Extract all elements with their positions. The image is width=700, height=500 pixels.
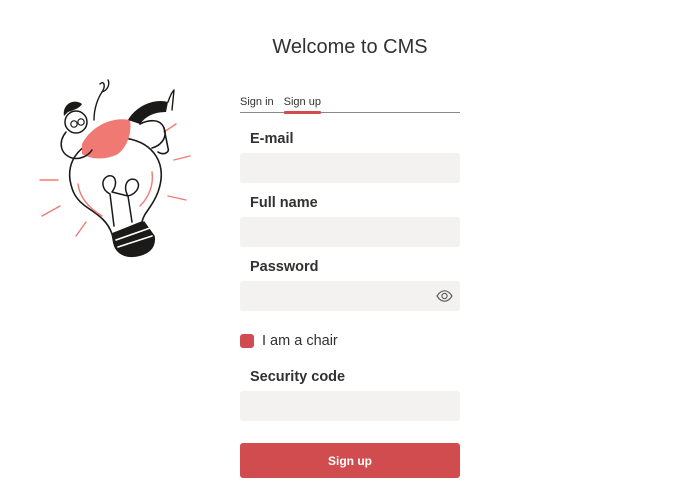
tab-sign-up[interactable]: Sign up (283, 86, 322, 114)
email-label: E-mail (250, 131, 294, 147)
lightbulb-illustration (36, 76, 196, 260)
email-input-wrap (240, 153, 460, 183)
full-name-field[interactable] (240, 217, 460, 247)
signup-page: Welcome to CMS Sign in Sign up E-mail Fu… (0, 0, 700, 500)
security-code-group: Security code (240, 366, 460, 421)
password-group: Password (240, 256, 460, 311)
tab-sign-in[interactable]: Sign in (240, 86, 274, 112)
full-name-input-wrap (240, 217, 460, 247)
sign-up-button[interactable]: Sign up (240, 443, 460, 478)
full-name-label: Full name (250, 195, 318, 211)
chair-checkbox-row: I am a chair (240, 331, 460, 351)
password-field[interactable] (240, 281, 460, 311)
chair-checkbox-label: I am a chair (262, 333, 338, 349)
security-code-field[interactable] (240, 391, 460, 421)
signup-form: Sign in Sign up E-mail Full name Passwor… (240, 86, 460, 478)
email-field[interactable] (240, 153, 460, 183)
password-label: Password (250, 259, 319, 275)
chair-checkbox[interactable] (240, 334, 254, 348)
page-title: Welcome to CMS (272, 36, 428, 58)
security-code-label: Security code (250, 369, 346, 385)
eye-icon[interactable] (436, 289, 453, 303)
full-name-group: Full name (240, 192, 460, 247)
email-group: E-mail (240, 128, 460, 183)
password-input-wrap (240, 281, 460, 311)
security-code-input-wrap (240, 391, 460, 421)
auth-tabs: Sign in Sign up (240, 86, 460, 114)
